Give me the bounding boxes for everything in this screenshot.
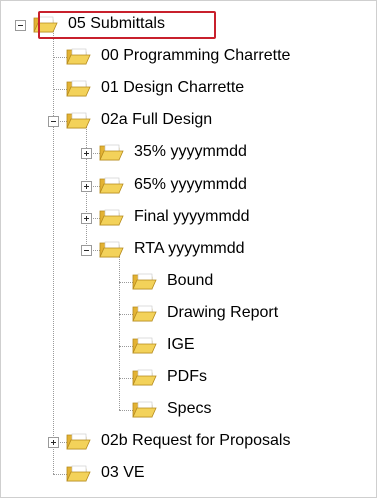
tree-item-label[interactable]: 02a Full Design [101,110,212,130]
tree-item-label[interactable]: 65% yyyymmdd [134,175,247,195]
tree-item-label[interactable]: Drawing Report [167,303,278,323]
expander-bar-vertical [86,216,87,221]
tree-item-label[interactable]: IGE [167,335,195,355]
tree-item-label[interactable]: 35% yyyymmdd [134,142,247,162]
collapse-minus-icon[interactable] [15,20,26,31]
expander-bar-vertical [86,151,87,156]
expand-plus-icon[interactable] [81,148,92,159]
tree-item-label[interactable]: Bound [167,271,213,291]
folder-icon [98,207,124,227]
tree-connector-line [53,31,54,475]
tree-connector-line [119,255,120,411]
folder-icon [65,78,91,98]
folder-icon [131,335,157,355]
folder-icon [65,110,91,130]
tree-item-label[interactable]: RTA yyyymmdd [134,239,245,259]
tree-item-label[interactable]: Final yyyymmdd [134,207,250,227]
folder-icon [65,431,91,451]
folder-icon [98,239,124,259]
expand-plus-icon[interactable] [81,181,92,192]
tree-item-label[interactable]: 00 Programming Charrette [101,46,290,66]
tree-item-label[interactable]: Specs [167,399,211,419]
expander-bar-horizontal [84,250,89,251]
folder-icon [131,399,157,419]
tree-item-label[interactable]: 02b Request for Proposals [101,431,290,451]
expander-bar-vertical [53,440,54,445]
collapse-minus-icon[interactable] [81,245,92,256]
folder-tree: 05 Submittals 00 Programming Charrette 01 … [0,0,377,498]
expand-plus-icon[interactable] [81,213,92,224]
folder-icon [131,303,157,323]
expand-plus-icon[interactable] [48,437,59,448]
folder-icon [131,271,157,291]
tree-item-label[interactable]: 01 Design Charrette [101,78,244,98]
expander-bar-vertical [86,184,87,189]
expander-bar-horizontal [51,121,56,122]
folder-icon [131,367,157,387]
expander-bar-horizontal [18,25,23,26]
folder-icon [65,46,91,66]
folder-icon [98,142,124,162]
selected-item-highlight [38,11,216,39]
tree-item-label[interactable]: PDFs [167,367,207,387]
folder-icon [98,175,124,195]
tree-item-label[interactable]: 03 VE [101,463,145,483]
folder-icon [65,463,91,483]
collapse-minus-icon[interactable] [48,116,59,127]
